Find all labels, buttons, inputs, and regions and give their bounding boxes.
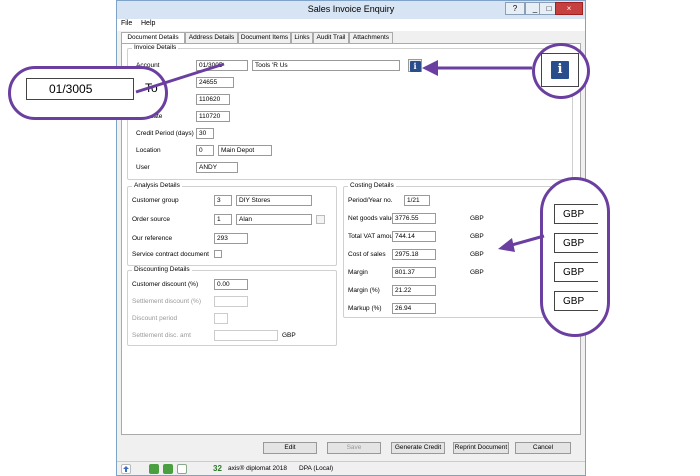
tab-document-items[interactable]: Document Items	[238, 32, 291, 43]
app-name: axis® diplomat 2018	[228, 465, 287, 472]
gbp-zoom-2: GBP	[554, 233, 598, 253]
customer-discount-label: Customer discount (%)	[132, 281, 199, 288]
gbp-zoom-callout	[540, 177, 610, 337]
period-label: Period/Year no.	[348, 197, 393, 204]
analysis-details-group: Analysis Details Customer group 3 DIY St…	[127, 182, 337, 266]
margin-currency: GBP	[470, 269, 484, 276]
account-callout-arrow	[135, 62, 225, 94]
markup-pct-field[interactable]: 26.94	[392, 303, 436, 314]
reprint-document-button[interactable]: Reprint Document	[453, 442, 509, 454]
customer-group-code-field[interactable]: 3	[214, 195, 232, 206]
service-contract-label: Service contract document	[132, 251, 209, 258]
cost-of-sales-label: Cost of sales	[348, 251, 386, 258]
title-bar: Sales Invoice Enquiry ? _ □ ×	[117, 1, 585, 19]
location-code-field[interactable]: 0	[196, 145, 214, 156]
period-field[interactable]: 1/21	[404, 195, 430, 206]
settlement-disc-amt-field[interactable]	[214, 330, 278, 341]
cost-of-sales-currency: GBP	[470, 251, 484, 258]
total-vat-label: Total VAT amount	[348, 233, 399, 240]
status-count: 32	[213, 464, 222, 473]
our-reference-label: Our reference	[132, 235, 173, 242]
upload-icon[interactable]	[121, 464, 131, 474]
service-contract-checkbox[interactable]	[214, 250, 222, 258]
status-bar: 32 axis® diplomat 2018 DPA (Local)	[117, 461, 585, 475]
settlement-currency-label: GBP	[282, 332, 296, 339]
user-field[interactable]: ANDY	[196, 162, 238, 173]
info-callout-arrow	[422, 60, 532, 76]
info-zoom-button: i	[541, 53, 579, 87]
close-button[interactable]: ×	[555, 2, 583, 15]
account-name-field[interactable]: Tools 'R Us	[252, 60, 400, 71]
net-goods-field[interactable]: 3776.55	[392, 213, 436, 224]
save-button[interactable]: Save	[327, 442, 381, 454]
gbp-zoom-4: GBP	[554, 291, 598, 311]
info-zoom-icon: i	[551, 61, 569, 79]
customer-group-label: Customer group	[132, 197, 179, 204]
customer-group-name-field[interactable]: DIY Stores	[236, 195, 312, 206]
invoice-details-label: Invoice Details	[132, 44, 179, 51]
account-zoom-field: 01/3005	[26, 78, 134, 100]
credit-period-field[interactable]: 30	[196, 128, 214, 139]
gbp-callout-arrow	[498, 234, 545, 252]
analysis-details-label: Analysis Details	[132, 182, 182, 189]
location-label: Location	[136, 147, 161, 154]
settlement-disc-amt-label: Settlement disc. amt	[132, 332, 191, 339]
due-date-field[interactable]: 110720	[196, 111, 230, 122]
settlement-discount-field[interactable]	[214, 296, 248, 307]
location-name-field[interactable]: Main Depot	[218, 145, 272, 156]
margin-label: Margin	[348, 269, 368, 276]
gbp-zoom-3: GBP	[554, 262, 598, 282]
margin-pct-field[interactable]: 21.22	[392, 285, 436, 296]
info-icon: i	[409, 61, 421, 72]
checklist-icon[interactable]	[177, 464, 187, 474]
margin-pct-label: Margin (%)	[348, 287, 380, 294]
gbp-zoom-1: GBP	[554, 204, 598, 224]
tab-links[interactable]: Links	[291, 32, 313, 43]
menu-bar: File Help	[117, 19, 585, 31]
order-source-code-field[interactable]: 1	[214, 214, 232, 225]
menu-help[interactable]: Help	[141, 20, 155, 27]
customer-discount-field[interactable]: 0.00	[214, 279, 248, 290]
cancel-button[interactable]: Cancel	[515, 442, 571, 454]
our-reference-field[interactable]: 293	[214, 233, 248, 244]
tab-attachments[interactable]: Attachments	[349, 32, 393, 43]
sync-icon[interactable]	[163, 464, 173, 474]
costing-details-label: Costing Details	[348, 182, 396, 189]
total-vat-field[interactable]: 744.14	[392, 231, 436, 242]
settlement-discount-label: Settlement discount (%)	[132, 298, 202, 305]
credit-period-label: Credit Period (days)	[136, 130, 194, 137]
discount-period-field[interactable]	[214, 313, 228, 324]
menu-file[interactable]: File	[121, 20, 132, 27]
discount-period-label: Discount period	[132, 315, 178, 322]
tab-audit-trail[interactable]: Audit Trail	[313, 32, 349, 43]
net-goods-label: Net goods value	[348, 215, 395, 222]
generate-credit-button[interactable]: Generate Credit	[391, 442, 445, 454]
user-label: User	[136, 164, 150, 171]
total-vat-currency: GBP	[470, 233, 484, 240]
cost-of-sales-field[interactable]: 2975.18	[392, 249, 436, 260]
discounting-details-label: Discounting Details	[132, 266, 192, 273]
markup-pct-label: Markup (%)	[348, 305, 382, 312]
net-goods-currency: GBP	[470, 215, 484, 222]
order-source-label: Order source	[132, 216, 170, 223]
margin-field[interactable]: 801.37	[392, 267, 436, 278]
order-source-lookup-button[interactable]	[316, 215, 325, 224]
help-window-button[interactable]: ?	[505, 2, 525, 15]
discounting-details-group: Discounting Details Customer discount (%…	[127, 266, 337, 346]
database-name: DPA (Local)	[299, 465, 334, 472]
refresh-icon[interactable]	[149, 464, 159, 474]
tab-address-details[interactable]: Address Details	[185, 32, 238, 43]
edit-button[interactable]: Edit	[263, 442, 317, 454]
order-source-name-field[interactable]: Alan	[236, 214, 312, 225]
